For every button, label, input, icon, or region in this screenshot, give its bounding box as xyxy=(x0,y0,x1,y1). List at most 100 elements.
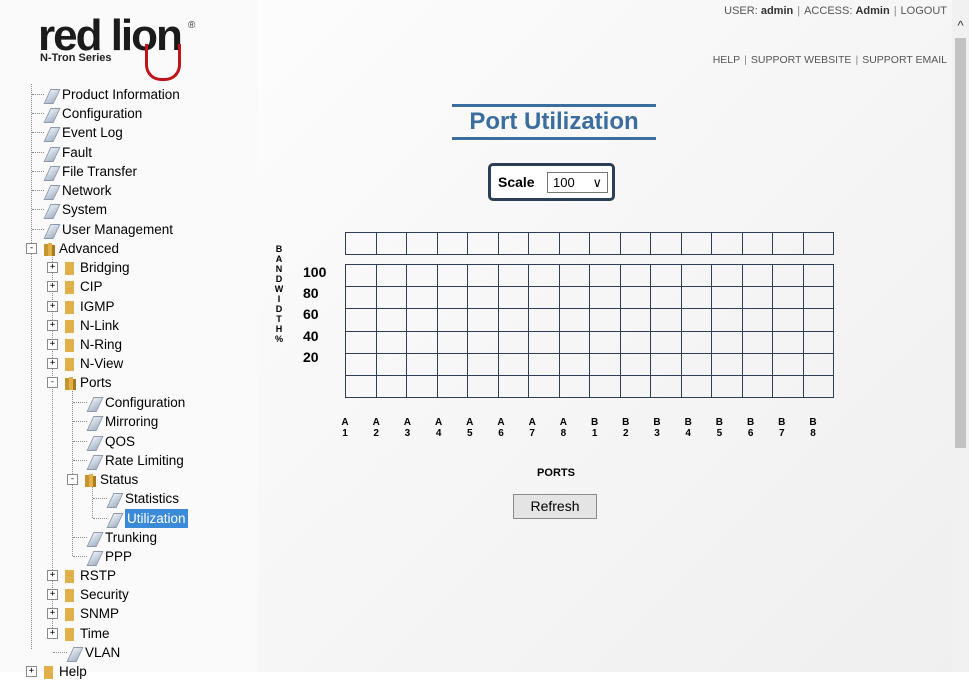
ylabel-letter: T xyxy=(276,314,282,324)
support-email-link[interactable]: SUPPORT EMAIL xyxy=(862,54,947,66)
access-value: Admin xyxy=(855,5,890,17)
ylabel-letter: D xyxy=(275,304,283,314)
expand-icon[interactable]: + xyxy=(47,339,58,350)
tree-item-trunking[interactable]: Trunking xyxy=(86,528,158,547)
page-icon xyxy=(43,126,61,142)
chart-grid-cell xyxy=(772,374,804,399)
tree-item-qos[interactable]: QOS xyxy=(86,432,135,451)
chart-grid-cell xyxy=(528,330,560,354)
chart-top-cell xyxy=(558,232,590,255)
folder-open-icon xyxy=(84,473,96,487)
chart-grid-cell xyxy=(802,263,834,288)
chart-grid-cell xyxy=(436,263,468,288)
chart-grid-cell xyxy=(680,330,712,354)
page-icon xyxy=(43,88,61,104)
expand-icon[interactable]: + xyxy=(47,628,58,639)
tree-item-label: CIP xyxy=(80,279,103,294)
chart-grid-cell xyxy=(589,352,621,376)
tree-item-event-log[interactable]: Event Log xyxy=(43,123,123,142)
chart-grid-cell xyxy=(345,308,377,332)
tree-item-advanced[interactable]: - Advanced xyxy=(26,239,119,258)
collapse-icon[interactable]: - xyxy=(26,243,37,254)
chart-top-cell xyxy=(345,232,377,255)
expand-icon[interactable]: + xyxy=(47,262,58,273)
expand-icon[interactable]: + xyxy=(47,301,58,312)
tree-item-file-transfer[interactable]: File Transfer xyxy=(43,162,137,181)
scale-select[interactable]: 100 ∨ xyxy=(547,172,608,193)
tree-item-label: Bridging xyxy=(80,260,130,275)
user-label: USER: xyxy=(724,5,758,17)
chart-grid-cell xyxy=(619,352,651,376)
chart-grid-cell xyxy=(528,374,560,399)
tree-item-system[interactable]: System xyxy=(43,200,107,219)
tree-item-cip[interactable]: + CIP xyxy=(47,277,103,296)
chart-grid-cell xyxy=(406,374,438,399)
user-bar: USER: admin | ACCESS: Admin | LOGOUT xyxy=(724,5,947,17)
tree-item-utilization[interactable]: Utilization xyxy=(106,509,188,528)
chart-grid-cell xyxy=(375,263,407,288)
tree-item-status[interactable]: - Status xyxy=(67,470,138,489)
tree-item-ports[interactable]: - Ports xyxy=(47,373,112,392)
support-website-link[interactable]: SUPPORT WEBSITE xyxy=(751,54,852,66)
expand-icon[interactable]: + xyxy=(47,570,58,581)
expand-icon[interactable]: + xyxy=(47,608,58,619)
chart-top-cell xyxy=(436,232,468,255)
chart-grid-cell xyxy=(680,374,712,399)
tree-item-n-ring[interactable]: + N-Ring xyxy=(47,335,122,354)
chart-grid-cell xyxy=(406,286,438,310)
chart-grid-cell xyxy=(497,308,529,332)
tree-item-ppp[interactable]: PPP xyxy=(86,547,132,566)
chart-grid-cell xyxy=(711,330,743,354)
collapse-icon[interactable]: - xyxy=(47,377,58,388)
scroll-up-arrow-icon[interactable]: ^ xyxy=(952,16,969,36)
chart-grid-cell xyxy=(345,374,377,399)
page-icon xyxy=(43,165,61,181)
scrollbar-thumb[interactable] xyxy=(955,38,966,448)
tree-item-label: Trunking xyxy=(105,530,158,545)
chart-grid-cell xyxy=(711,374,743,399)
chart-grid-cell xyxy=(497,286,529,310)
chart-grid-cell xyxy=(619,286,651,310)
chart-grid-cell xyxy=(467,286,499,310)
expand-icon[interactable]: + xyxy=(47,589,58,600)
port-label: B2 xyxy=(622,417,630,439)
tree-item-bridging[interactable]: + Bridging xyxy=(47,258,130,277)
tree-item-vlan[interactable]: VLAN xyxy=(66,643,120,662)
expand-icon[interactable]: + xyxy=(47,320,58,331)
tree-item-network[interactable]: Network xyxy=(43,181,112,200)
chart-grid-cell xyxy=(772,263,804,288)
page-icon xyxy=(43,203,61,219)
chart-grid-cell xyxy=(436,352,468,376)
refresh-button[interactable]: Refresh xyxy=(513,494,597,519)
expand-icon[interactable]: + xyxy=(47,358,58,369)
chart-grid-cell xyxy=(650,263,682,288)
ports-axis-label: PORTS xyxy=(537,467,575,479)
tree-item-statistics[interactable]: Statistics xyxy=(106,489,179,508)
tree-item-fault[interactable]: Fault xyxy=(43,143,92,162)
chart-grid-cell xyxy=(558,374,590,399)
logout-link[interactable]: LOGOUT xyxy=(901,5,947,17)
chart-grid-cell xyxy=(589,286,621,310)
tree-item-n-link[interactable]: + N-Link xyxy=(47,316,119,335)
chart-grid-cell xyxy=(680,352,712,376)
tree-item-snmp[interactable]: + SNMP xyxy=(47,604,119,623)
port-label: A8 xyxy=(559,417,567,439)
tree-item-rate-limiting[interactable]: Rate Limiting xyxy=(86,451,184,470)
chart-grid-cell xyxy=(711,308,743,332)
tree-item-security[interactable]: + Security xyxy=(47,585,129,604)
tree-item-rstp[interactable]: + RSTP xyxy=(47,566,116,585)
tree-item-user-management[interactable]: User Management xyxy=(43,220,173,239)
tree-item-igmp[interactable]: + IGMP xyxy=(47,297,115,316)
tree-item-mirroring[interactable]: Mirroring xyxy=(86,412,158,431)
tree-item-ports-configuration[interactable]: Configuration xyxy=(86,393,185,412)
chart-top-cell xyxy=(406,232,438,255)
tree-item-product-information[interactable]: Product Information xyxy=(43,85,180,104)
collapse-icon[interactable]: - xyxy=(67,474,78,485)
user-value: admin xyxy=(760,5,794,17)
tree-item-time[interactable]: + Time xyxy=(47,624,110,643)
expand-icon[interactable]: + xyxy=(47,281,58,292)
tree-item-configuration[interactable]: Configuration xyxy=(43,104,142,123)
folder-icon xyxy=(64,280,76,294)
tree-item-n-view[interactable]: + N-View xyxy=(47,354,123,373)
help-link[interactable]: HELP xyxy=(713,54,740,66)
